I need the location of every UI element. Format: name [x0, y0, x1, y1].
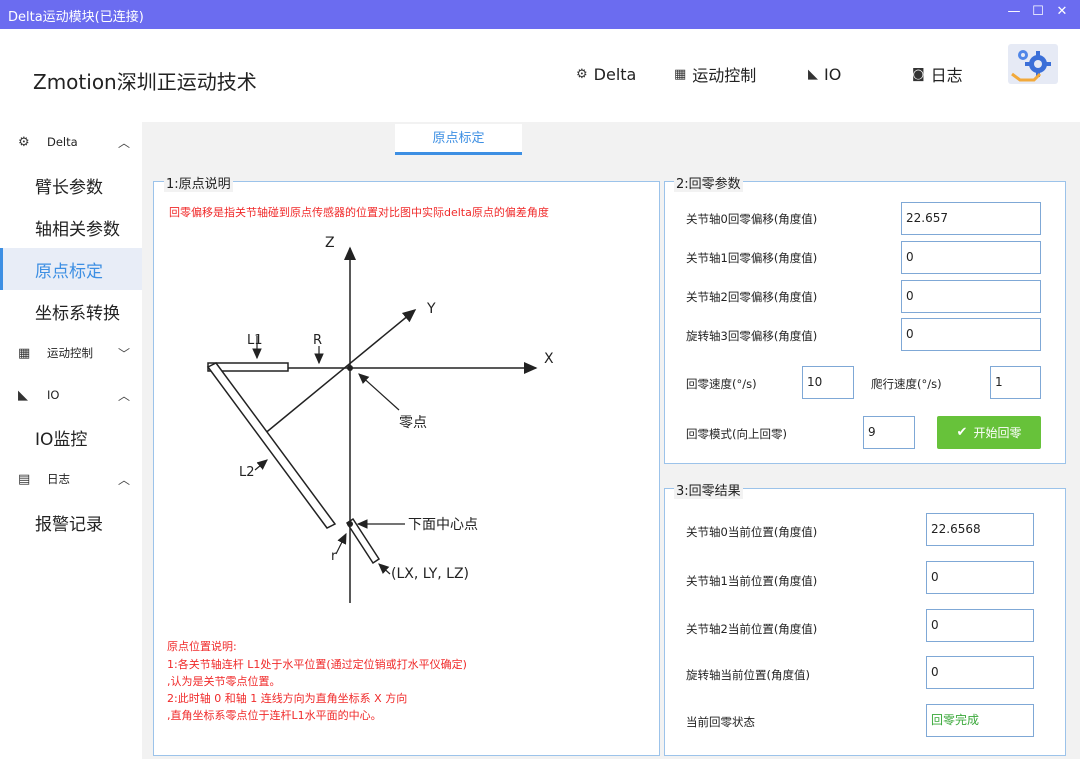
position-field-0[interactable]: 22.6568	[926, 513, 1034, 546]
coords-label: (LX, LY, LZ)	[391, 566, 469, 582]
r-big-label: R	[313, 333, 322, 348]
position-label-0: 关节轴0当前位置(角度值)	[686, 525, 818, 539]
offset-label-3: 旋转轴3回零偏移(角度值)	[686, 329, 818, 343]
desc-line-1: 原点位置说明:	[167, 640, 237, 653]
windows-icon: ▦	[674, 66, 687, 82]
gears-icon: ⚙	[18, 134, 30, 150]
link-l2	[206, 362, 337, 529]
offset-label-0: 关节轴0回零偏移(角度值)	[686, 212, 818, 226]
clipboard-icon: ◙	[912, 66, 925, 82]
topnav-log[interactable]: ◙ 日志	[912, 62, 963, 86]
window-title: Delta运动模块(已连接)	[8, 10, 144, 25]
topnav-label: IO	[824, 64, 842, 84]
y-axis	[262, 309, 417, 436]
sidebar-group-label: Delta	[47, 135, 78, 149]
creep-speed-input[interactable]: 1	[990, 366, 1041, 399]
offset-input-0[interactable]: 22.657	[901, 202, 1041, 235]
topnav-io[interactable]: ◣ IO	[808, 62, 841, 86]
offset-input-1[interactable]: 0	[901, 241, 1041, 274]
settings-gear-icon	[1011, 50, 1051, 82]
homing-status-label: 当前回零状态	[686, 715, 755, 729]
panel-title: 2:回零参数	[674, 173, 743, 192]
topnav-label: 运动控制	[692, 66, 757, 85]
creep-speed-label: 爬行速度(°/s)	[871, 377, 942, 391]
panel-title: 1:原点说明	[164, 173, 233, 192]
chevron-up-icon: ︿	[118, 388, 131, 403]
brand-title: Zmotion深圳正运动技术	[33, 70, 257, 94]
x-label: X	[544, 351, 554, 367]
delta-origin-diagram: Z X Y L1 R L2 零点 下面中心点 r (LX, LY, LZ)	[206, 235, 554, 603]
bottom-center-label: 下面中心点	[408, 517, 478, 533]
home-speed-label: 回零速度(°/s)	[686, 377, 757, 391]
start-homing-label: 开始回零	[973, 426, 1022, 440]
home-mode-label: 回零模式(向上回零)	[686, 427, 787, 441]
offset-label-2: 关节轴2回零偏移(角度值)	[686, 290, 818, 304]
chevron-down-icon: ﹀	[118, 346, 131, 361]
area-chart-icon: ◣	[808, 66, 818, 82]
desc-line-4: 2:此时轴 0 和轴 1 连线方向为直角坐标系 X 方向	[167, 692, 408, 705]
list-icon: ▤	[18, 471, 31, 487]
sidebar-item-arm-length[interactable]: 臂长参数	[0, 164, 142, 206]
sidebar-group-io[interactable]: ◣ IO ︿	[0, 375, 142, 415]
sidebar-group-label: 运动控制	[47, 346, 93, 360]
windows-icon: ▦	[18, 345, 31, 361]
sidebar-group-delta[interactable]: ⚙ Delta ︿	[0, 122, 142, 162]
sidebar-item-alarm-log[interactable]: 报警记录	[0, 501, 142, 543]
home-speed-input[interactable]: 10	[802, 366, 854, 399]
l2-label: L2	[239, 465, 255, 480]
homing-status-field: 回零完成	[926, 704, 1034, 737]
start-homing-button[interactable]: ✔ 开始回零	[937, 416, 1041, 449]
origin-note: 回零偏移是指关节轴碰到原点传感器的位置对比图中实际delta原点的偏差角度	[169, 206, 549, 219]
r-small-label: r	[331, 549, 337, 564]
topnav-motion[interactable]: ▦ 运动控制	[674, 62, 756, 86]
check-icon: ✔	[956, 425, 968, 440]
topnav-label: Delta	[593, 64, 637, 84]
position-field-2[interactable]: 0	[926, 609, 1034, 642]
zero-label: 零点	[399, 415, 427, 431]
offset-label-1: 关节轴1回零偏移(角度值)	[686, 251, 818, 265]
sidebar-item-coord-transform[interactable]: 坐标系转换	[0, 290, 142, 332]
sidebar-group-log[interactable]: ▤ 日志 ︿	[0, 459, 142, 499]
sidebar-group-motion[interactable]: ▦ 运动控制 ﹀	[0, 333, 142, 373]
home-mode-input[interactable]: 9	[863, 416, 915, 449]
position-field-1[interactable]: 0	[926, 561, 1034, 594]
topnav-delta[interactable]: ⚙ Delta	[576, 62, 636, 86]
z-label: Z	[325, 235, 335, 251]
position-label-3: 旋转轴当前位置(角度值)	[686, 668, 810, 682]
close-button[interactable]: ✕	[1052, 4, 1072, 19]
area-chart-icon: ◣	[18, 387, 28, 403]
sidebar-item-origin-calibration[interactable]: 原点标定	[0, 248, 142, 290]
sidebar-group-label: IO	[47, 388, 60, 402]
tab-origin-calibration[interactable]: 原点标定	[395, 124, 522, 155]
maximize-button[interactable]: ☐	[1028, 4, 1048, 19]
chevron-up-icon: ︿	[118, 135, 131, 150]
sidebar-item-io-monitor[interactable]: IO监控	[0, 416, 142, 458]
sidebar-group-label: 日志	[47, 472, 70, 486]
chevron-up-icon: ︿	[118, 472, 131, 487]
settings-button[interactable]	[1008, 44, 1058, 84]
l1-label: L1	[247, 333, 263, 348]
y-label: Y	[426, 301, 436, 317]
sidebar-item-axis-params[interactable]: 轴相关参数	[0, 206, 142, 248]
desc-line-5: ,直角坐标系零点位于连杆L1水平面的中心。	[167, 709, 382, 722]
topnav-label: 日志	[930, 66, 963, 85]
desc-line-3: ,认为是关节零点位置。	[167, 675, 281, 688]
offset-input-2[interactable]: 0	[901, 280, 1041, 313]
sidebar: ⚙ Delta ︿ 臂长参数 轴相关参数 原点标定 坐标系转换 ▦ 运动控制 ﹀…	[0, 122, 142, 544]
minimize-button[interactable]: —	[1004, 4, 1024, 19]
title-bar: Delta运动模块(已连接) — ☐ ✕	[0, 0, 1080, 29]
position-field-3[interactable]: 0	[926, 656, 1034, 689]
desc-line-2: 1:各关节轴连杆 L1处于水平位置(通过定位销或打水平仪确定)	[167, 658, 467, 671]
position-label-2: 关节轴2当前位置(角度值)	[686, 622, 818, 636]
gears-icon: ⚙	[576, 66, 588, 82]
panel-title: 3:回零结果	[674, 480, 743, 499]
position-label-1: 关节轴1当前位置(角度值)	[686, 574, 818, 588]
offset-input-3[interactable]: 0	[901, 318, 1041, 351]
